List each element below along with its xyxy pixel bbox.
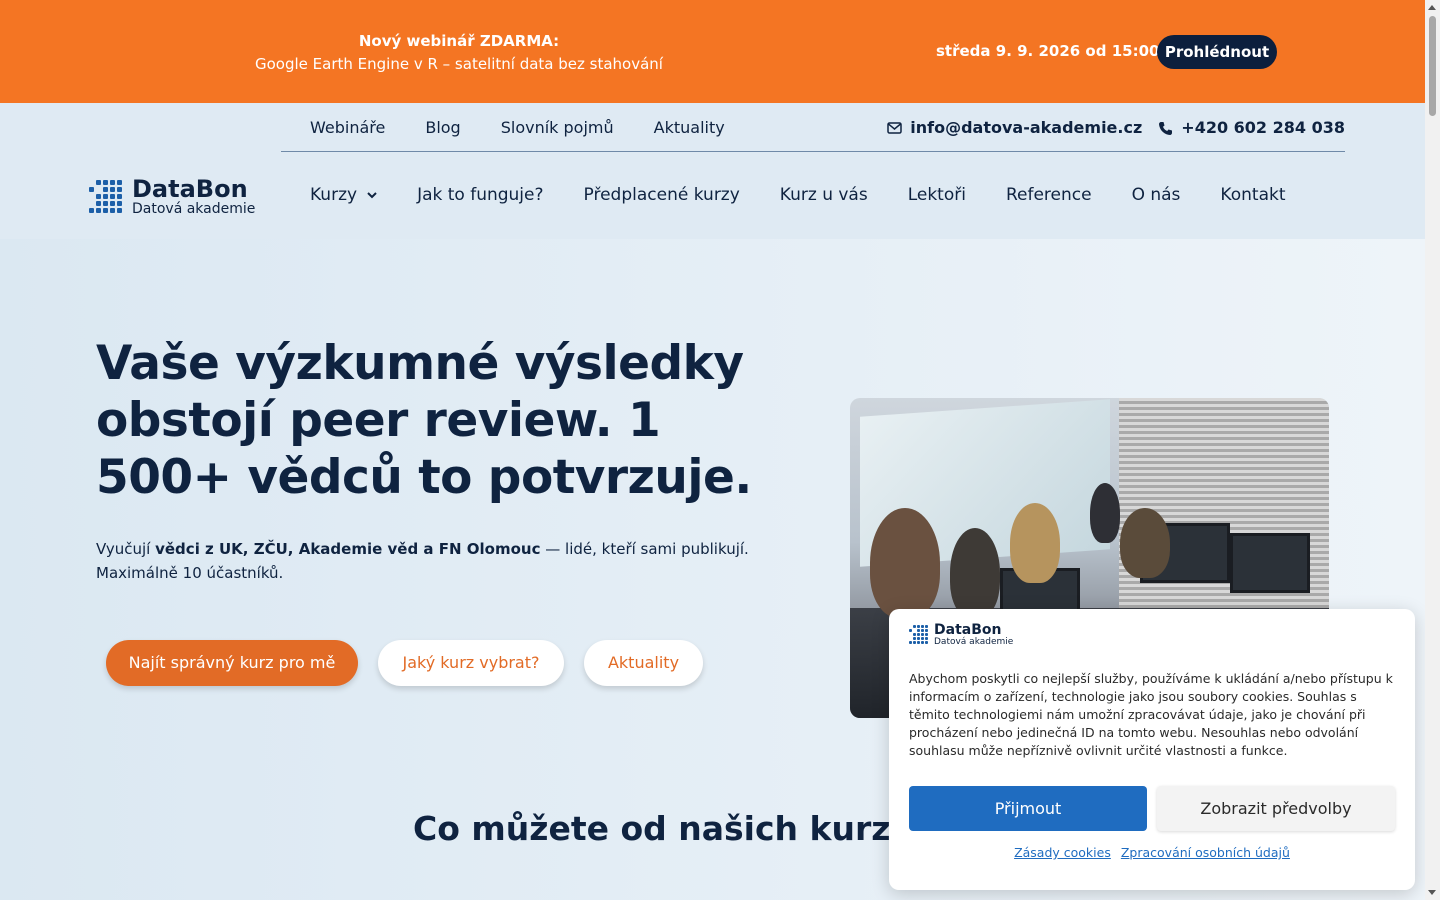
contact-info: info@datova-akademie.cz +420 602 284 038 [887,118,1345,138]
header-divider [281,151,1345,152]
page-scrollbar[interactable] [1425,0,1440,900]
nav-item-kurzy[interactable]: Kurzy [310,185,377,205]
util-link-webinare[interactable]: Webináře [310,118,385,138]
hero-title: Vaše výzkumné výsledky obstojí peer revi… [96,336,752,505]
find-course-button[interactable]: Najít správný kurz pro mě [106,640,358,686]
section-title: Co můžete od našich kurzů oč [413,809,968,848]
hero-description: Vyučují vědci z UK, ZČU, Akademie věd a … [96,540,749,582]
scroll-up-icon[interactable] [1428,5,1436,10]
databon-logo-icon [89,179,124,215]
phone-link[interactable]: +420 602 284 038 [1158,118,1345,138]
nav-item-reference[interactable]: Reference [1006,185,1092,205]
cookie-consent-dialog: DataBon Datová akademie Abychom poskytli… [889,609,1415,890]
cookie-policy-link[interactable]: Zásady cookies [1014,845,1111,860]
main-nav: Kurzy Jak to funguje? Předplacené kurzy … [310,185,1286,205]
cookie-links: Zásady cookies Zpracování osobních údajů [889,845,1415,860]
nav-item-kontakt[interactable]: Kontakt [1220,185,1285,205]
hero-buttons: Najít správný kurz pro mě Jaký kurz vybr… [106,640,703,686]
promo-date: středa 9. 9. 2026 od 15:00 [936,42,1160,60]
promo-view-button[interactable]: Prohlédnout [1157,35,1277,69]
phone-text: +420 602 284 038 [1181,118,1345,137]
email-link[interactable]: info@datova-akademie.cz [887,118,1142,138]
promo-subtitle: Google Earth Engine v R – satelitní data… [255,55,663,73]
promo-banner: Nový webinář ZDARMA: Google Earth Engine… [0,0,1425,103]
chevron-down-icon [367,191,377,198]
nav-item-o-nas[interactable]: O nás [1132,185,1181,205]
nav-item-jak-to-funguje[interactable]: Jak to funguje? [417,185,543,205]
news-button[interactable]: Aktuality [584,640,703,686]
nav-label-kurzy: Kurzy [310,185,358,205]
logo-name: DataBon [132,175,248,203]
site-logo[interactable]: DataBon Datová akademie [89,177,255,217]
site-header: Webináře Blog Slovník pojmů Aktuality in… [0,103,1425,239]
nav-item-kurz-u-vas[interactable]: Kurz u vás [780,185,868,205]
accept-cookies-button[interactable]: Přijmout [909,786,1147,831]
mail-icon [887,122,903,134]
scroll-down-icon[interactable] [1428,890,1436,895]
cookie-logo-name: DataBon [934,622,1002,638]
privacy-policy-link[interactable]: Zpracování osobních údajů [1121,845,1290,860]
promo-text: Nový webinář ZDARMA: Google Earth Engine… [244,31,674,77]
util-link-slovnik[interactable]: Slovník pojmů [501,118,614,138]
cookie-logo-tagline: Datová akademie [934,637,1014,647]
promo-title: Nový webinář ZDARMA: [358,32,560,50]
nav-item-predplacene-kurzy[interactable]: Předplacené kurzy [584,185,740,205]
cookie-text: Abychom poskytli co nejlepší služby, pou… [909,671,1393,758]
logo-tagline: Datová akademie [132,201,256,217]
nav-item-lektori[interactable]: Lektoři [908,185,966,205]
scroll-thumb[interactable] [1429,16,1436,116]
email-text: info@datova-akademie.cz [910,118,1143,137]
phone-icon [1159,121,1173,135]
which-course-button[interactable]: Jaký kurz vybrat? [378,640,564,686]
cookie-logo: DataBon Datová akademie [909,623,1013,647]
cookie-preferences-button[interactable]: Zobrazit předvolby [1157,786,1395,831]
util-link-blog[interactable]: Blog [425,118,460,138]
databon-logo-icon [909,625,929,645]
util-link-aktuality[interactable]: Aktuality [654,118,725,138]
utility-nav: Webináře Blog Slovník pojmů Aktuality [310,118,725,138]
